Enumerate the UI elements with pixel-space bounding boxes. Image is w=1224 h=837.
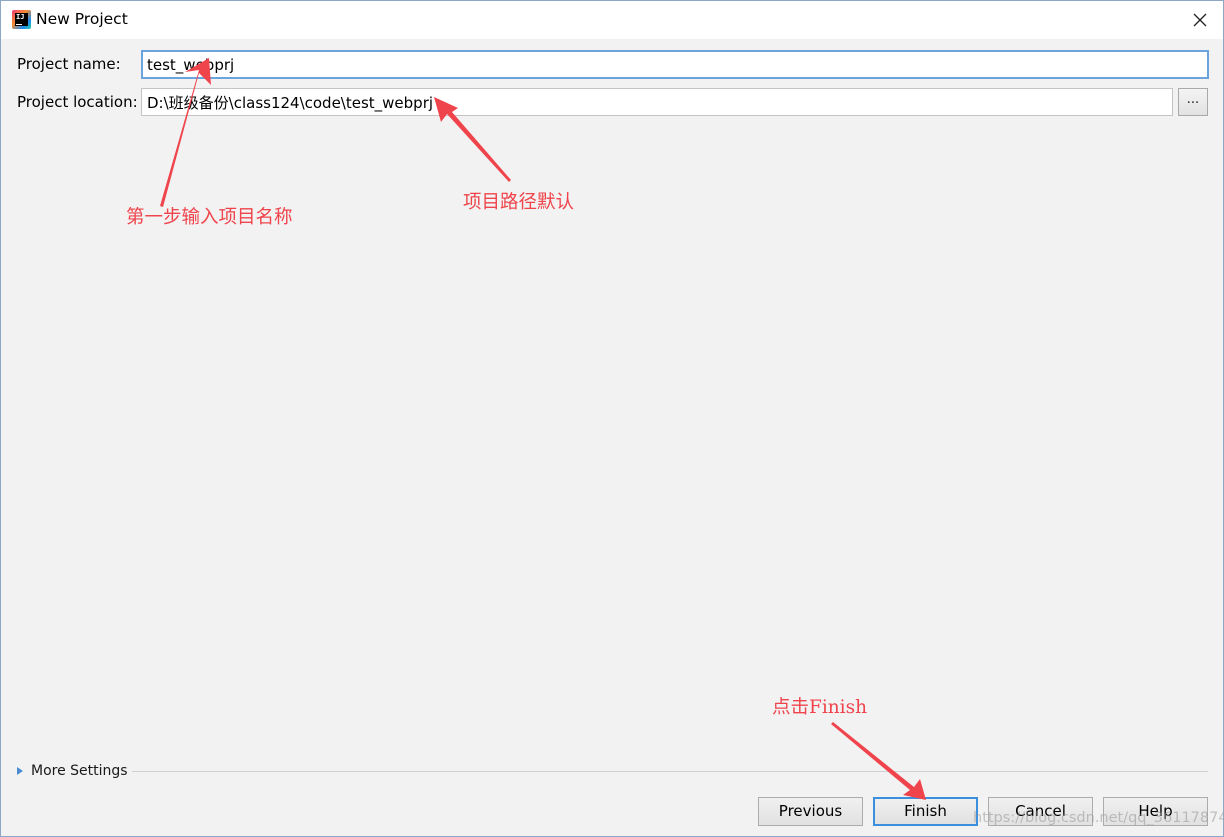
triangle-right-icon <box>17 767 23 775</box>
finish-button[interactable]: Finish <box>873 797 978 826</box>
annotation-step1: 第一步输入项目名称 <box>126 207 293 228</box>
title-bar: IJ New Project <box>1 1 1223 39</box>
more-settings-divider <box>132 771 1208 772</box>
previous-button[interactable]: Previous <box>758 797 863 826</box>
more-settings-label: More Settings <box>31 763 128 779</box>
annotation-click-finish: 点击Finish <box>772 697 867 718</box>
more-settings-toggle[interactable]: More Settings <box>17 763 128 779</box>
new-project-dialog: IJ New Project Project name: Project loc… <box>0 0 1224 837</box>
close-icon <box>1193 13 1207 27</box>
browse-location-button[interactable]: ... <box>1178 88 1208 116</box>
dialog-title: New Project <box>36 10 128 28</box>
project-location-label: Project location: <box>17 93 138 111</box>
close-button[interactable] <box>1177 1 1223 39</box>
project-location-input[interactable] <box>141 88 1173 116</box>
help-button[interactable]: Help <box>1103 797 1208 826</box>
annotation-path-default: 项目路径默认 <box>463 192 575 213</box>
cancel-button[interactable]: Cancel <box>988 797 1093 826</box>
intellij-idea-icon: IJ <box>12 10 31 29</box>
project-name-input[interactable] <box>141 50 1209 79</box>
project-name-label: Project name: <box>17 55 121 73</box>
